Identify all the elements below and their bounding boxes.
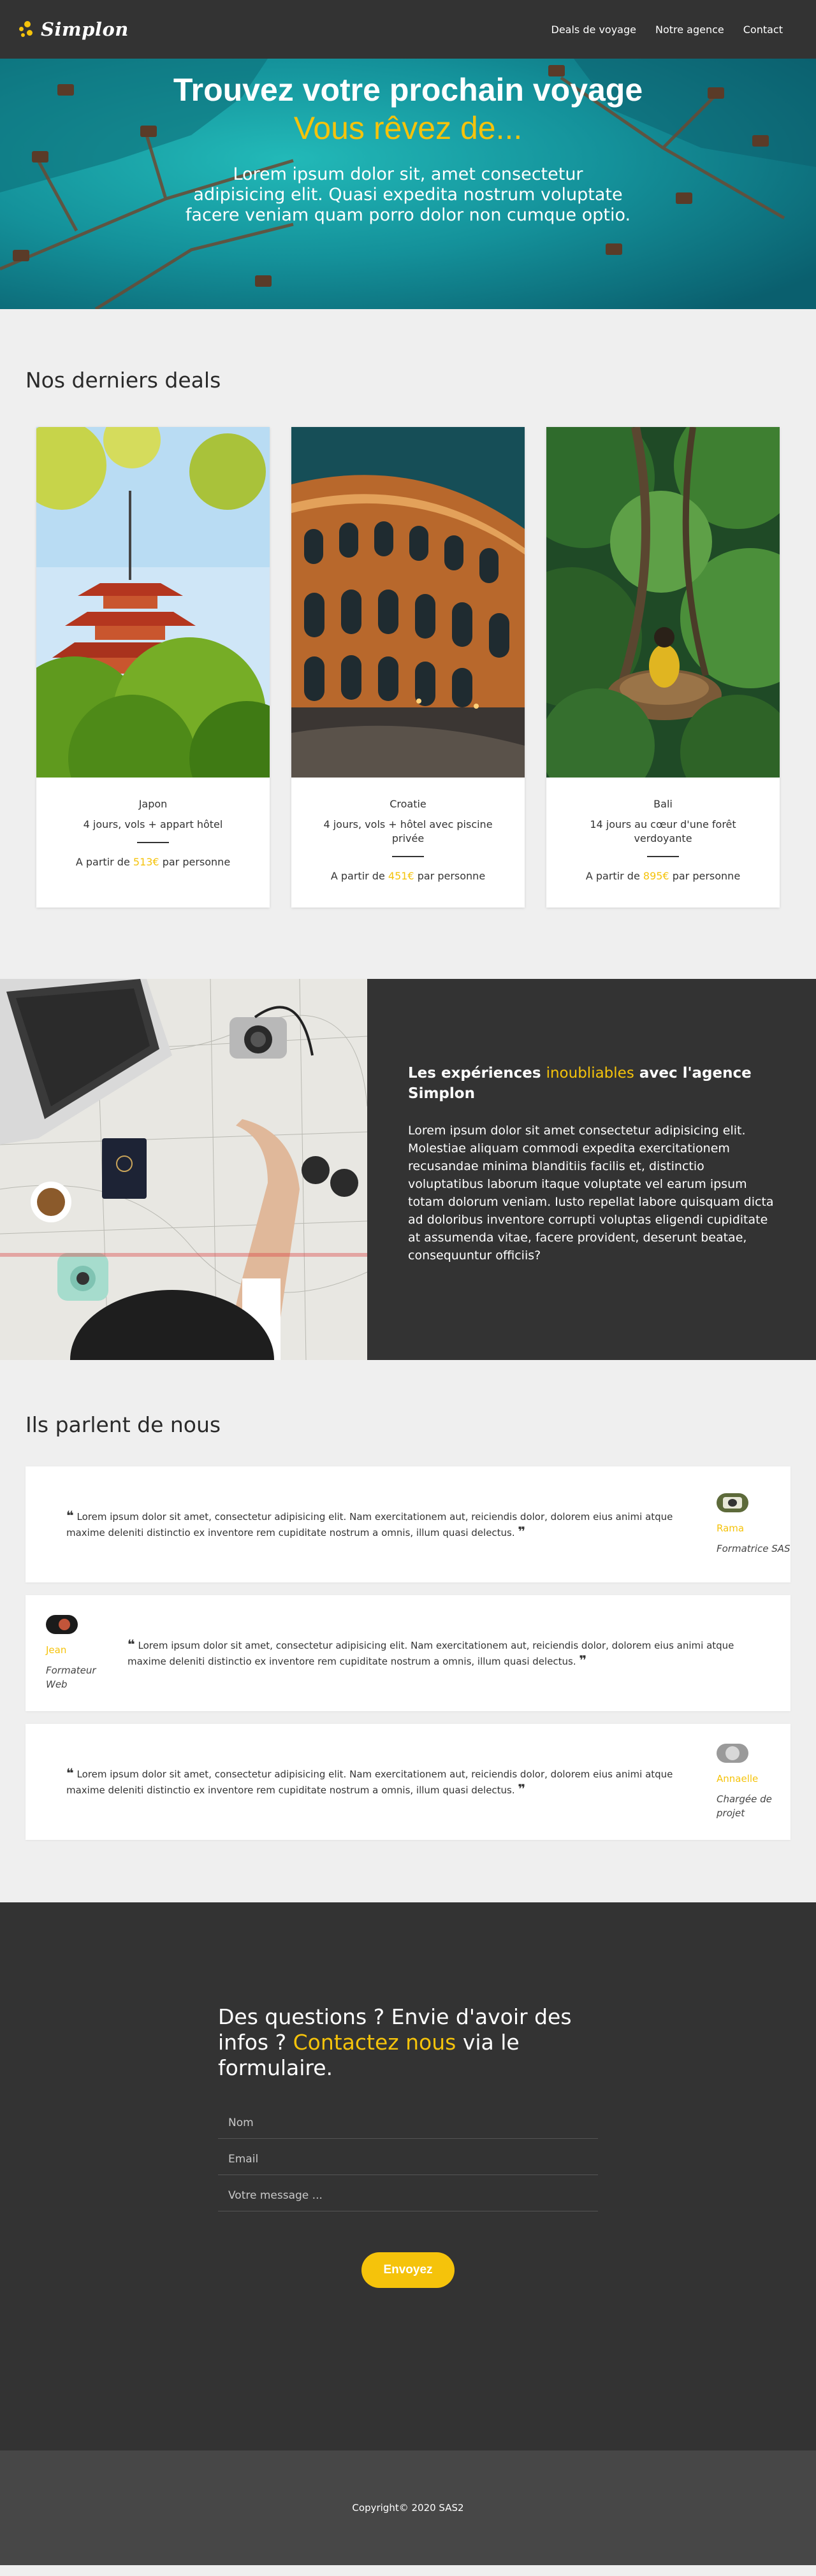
agency-section: Les expériences inoubliables avec l'agen…: [0, 979, 816, 1360]
close-quote-icon: ❞: [518, 1524, 526, 1539]
deal-image-pagoda: [36, 427, 270, 778]
open-quote-icon: ❝: [127, 1637, 135, 1652]
author-name: Jean: [46, 1644, 67, 1656]
deals-section: Nos derniers deals Japon 4 jours, vols +…: [0, 309, 816, 979]
deal-description: 4 jours, vols + appart hôtel: [83, 818, 223, 830]
deal-image-forest: [546, 427, 780, 778]
avatar: [717, 1493, 748, 1512]
submit-button[interactable]: Envoyez: [361, 2252, 455, 2288]
deal-card-croatie[interactable]: Croatie 4 jours, vols + hôtel avec pisci…: [291, 427, 525, 908]
deal-price-line: A partir de 513€ par personne: [75, 856, 231, 868]
testimonials-title: Ils parlent de nous: [26, 1412, 221, 1437]
contact-inner: Des questions ? Envie d'avoir des infos …: [218, 2004, 598, 2288]
contact-form: Envoyez: [218, 2102, 598, 2288]
agency-text: Lorem ipsum dolor sit amet consectetur a…: [408, 1124, 774, 1263]
author-role: Formatrice SAS: [717, 1543, 790, 1554]
avatar: [46, 1615, 78, 1634]
nav-link-deals[interactable]: Deals de voyage: [551, 24, 636, 36]
nav-links: Deals de voyage Notre agence Contact: [551, 24, 783, 36]
deal-city: Croatie: [390, 798, 426, 810]
brand-logo[interactable]: Simplon: [19, 18, 129, 40]
deal-card-bali[interactable]: Bali 14 jours au cœur d'une forêt verdoy…: [546, 427, 780, 908]
hero-text: Lorem ipsum dolor sit, amet consectetur …: [185, 164, 631, 225]
name-field[interactable]: [218, 2102, 598, 2139]
open-quote-icon: ❝: [66, 1765, 74, 1781]
hero-subtitle: Vous rêvez de...: [293, 110, 523, 146]
logo-mark-icon: [19, 21, 36, 38]
message-field[interactable]: [218, 2175, 598, 2211]
author-role: Chargée de projet: [717, 1793, 772, 1819]
close-quote-icon: ❞: [518, 1781, 526, 1797]
deal-divider: [137, 842, 169, 843]
deal-city: Japon: [138, 798, 168, 810]
avatar: [717, 1744, 748, 1763]
author-role: Formateur Web: [46, 1665, 96, 1690]
nav-link-contact[interactable]: Contact: [743, 24, 783, 36]
testimonial-card: Jean Formateur Web ❝ Lorem ipsum dolor s…: [26, 1595, 790, 1711]
deal-body: Croatie 4 jours, vols + hôtel avec pisci…: [291, 778, 525, 908]
deal-card-japon[interactable]: Japon 4 jours, vols + appart hôtel A par…: [36, 427, 270, 908]
deal-image-arena: [291, 427, 525, 778]
email-field[interactable]: [218, 2139, 598, 2175]
testimonials-list: ❝ Lorem ipsum dolor sit amet, consectetu…: [26, 1466, 790, 1840]
nav-link-agency[interactable]: Notre agence: [655, 24, 724, 36]
deal-divider: [647, 856, 679, 857]
brand-name: Simplon: [41, 18, 129, 40]
contact-title-highlight: Contactez nous: [293, 2030, 456, 2055]
author-name: Rama: [717, 1523, 745, 1534]
top-navbar: Simplon Deals de voyage Notre agence Con…: [0, 0, 816, 59]
deal-price: 895€: [643, 870, 669, 882]
deals-grid: Japon 4 jours, vols + appart hôtel A par…: [36, 427, 780, 908]
deal-price: 513€: [133, 856, 159, 868]
deal-price-line: A partir de 451€ par personne: [330, 870, 486, 882]
open-quote-icon: ❝: [66, 1508, 74, 1523]
hero-banner: Trouvez votre prochain voyage Vous rêvez…: [0, 59, 816, 309]
deal-price-line: A partir de 895€ par personne: [585, 870, 741, 882]
author-name: Annaelle: [717, 1773, 759, 1784]
contact-section: Des questions ? Envie d'avoir des infos …: [0, 1902, 816, 2450]
agency-travel-image: [0, 979, 367, 1360]
deal-city: Bali: [653, 798, 673, 810]
close-quote-icon: ❞: [579, 1653, 587, 1668]
deal-description: 14 jours au cœur d'une forêt verdoyante: [590, 818, 736, 844]
testimonial-card: ❝ Lorem ipsum dolor sit amet, consectetu…: [26, 1466, 790, 1582]
agency-title: Les expériences inoubliables avec l'agen…: [408, 1065, 752, 1102]
testimonial-quote: ❝ Lorem ipsum dolor sit amet, consectetu…: [127, 1637, 734, 1668]
agency-title-highlight: inoubliables: [546, 1065, 634, 1082]
hero-content: Trouvez votre prochain voyage Vous rêvez…: [166, 59, 650, 226]
deal-divider: [392, 856, 424, 857]
deal-price: 451€: [388, 870, 414, 882]
hero-title: Trouvez votre prochain voyage: [173, 72, 643, 108]
deal-body: Bali 14 jours au cœur d'une forêt verdoy…: [546, 778, 780, 908]
deal-description: 4 jours, vols + hôtel avec piscine privé…: [323, 818, 493, 844]
testimonial-quote: ❝ Lorem ipsum dolor sit amet, consectetu…: [66, 1765, 673, 1797]
testimonials-section: Ils parlent de nous ❝ Lorem ipsum dolor …: [0, 1360, 816, 1902]
testimonial-author: Jean Formateur Web: [26, 1615, 108, 1691]
copyright-text: Copyright© 2020 SAS2: [352, 2502, 464, 2514]
testimonial-author: Annaelle Chargée de projet: [714, 1744, 790, 1820]
agency-content: Les expériences inoubliables avec l'agen…: [367, 979, 816, 1360]
deals-title: Nos derniers deals: [26, 368, 221, 393]
contact-title: Des questions ? Envie d'avoir des infos …: [218, 2004, 572, 2080]
deal-body: Japon 4 jours, vols + appart hôtel A par…: [36, 778, 270, 894]
testimonial-author: Rama Formatrice SAS: [714, 1493, 790, 1556]
testimonial-quote: ❝ Lorem ipsum dolor sit amet, consectetu…: [66, 1508, 673, 1539]
footer: Copyright© 2020 SAS2: [0, 2450, 816, 2565]
testimonial-card: ❝ Lorem ipsum dolor sit amet, consectetu…: [26, 1724, 790, 1840]
